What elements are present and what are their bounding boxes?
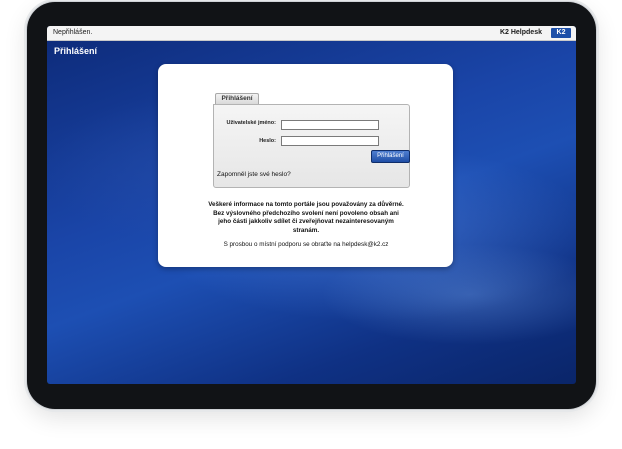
forgot-password-link[interactable]: Zapomněl jste své heslo?	[217, 171, 291, 178]
k2-logo: K2	[551, 28, 571, 38]
login-status-text: Nepřihlášen.	[53, 29, 93, 36]
app-name: K2 Helpdesk	[499, 29, 542, 36]
tab-login[interactable]: Přihlášení	[215, 93, 259, 104]
tablet-frame: Nepřihlášen. K2 Helpdesk K2 Přihlášení P…	[27, 2, 596, 409]
login-card: Přihlášení Uživatelské jméno: Heslo: Při…	[158, 64, 453, 267]
password-label: Heslo:	[259, 138, 276, 144]
login-form: Uživatelské jméno: Heslo: Přihlášení Zap…	[213, 104, 410, 188]
login-button[interactable]: Přihlášení	[371, 150, 410, 163]
password-input[interactable]	[281, 136, 379, 146]
username-input[interactable]	[281, 120, 379, 130]
support-contact-text: S prosbou o místní podporu se obraťte na…	[223, 241, 389, 248]
username-label: Uživatelské jméno:	[226, 120, 276, 126]
top-status-bar: Nepřihlášen. K2 Helpdesk K2	[47, 26, 576, 41]
screen: Nepřihlášen. K2 Helpdesk K2 Přihlášení P…	[47, 26, 576, 384]
page-title: Přihlášení	[54, 46, 98, 56]
confidentiality-notice: Veškeré informace na tomto portále jsou …	[208, 201, 404, 234]
